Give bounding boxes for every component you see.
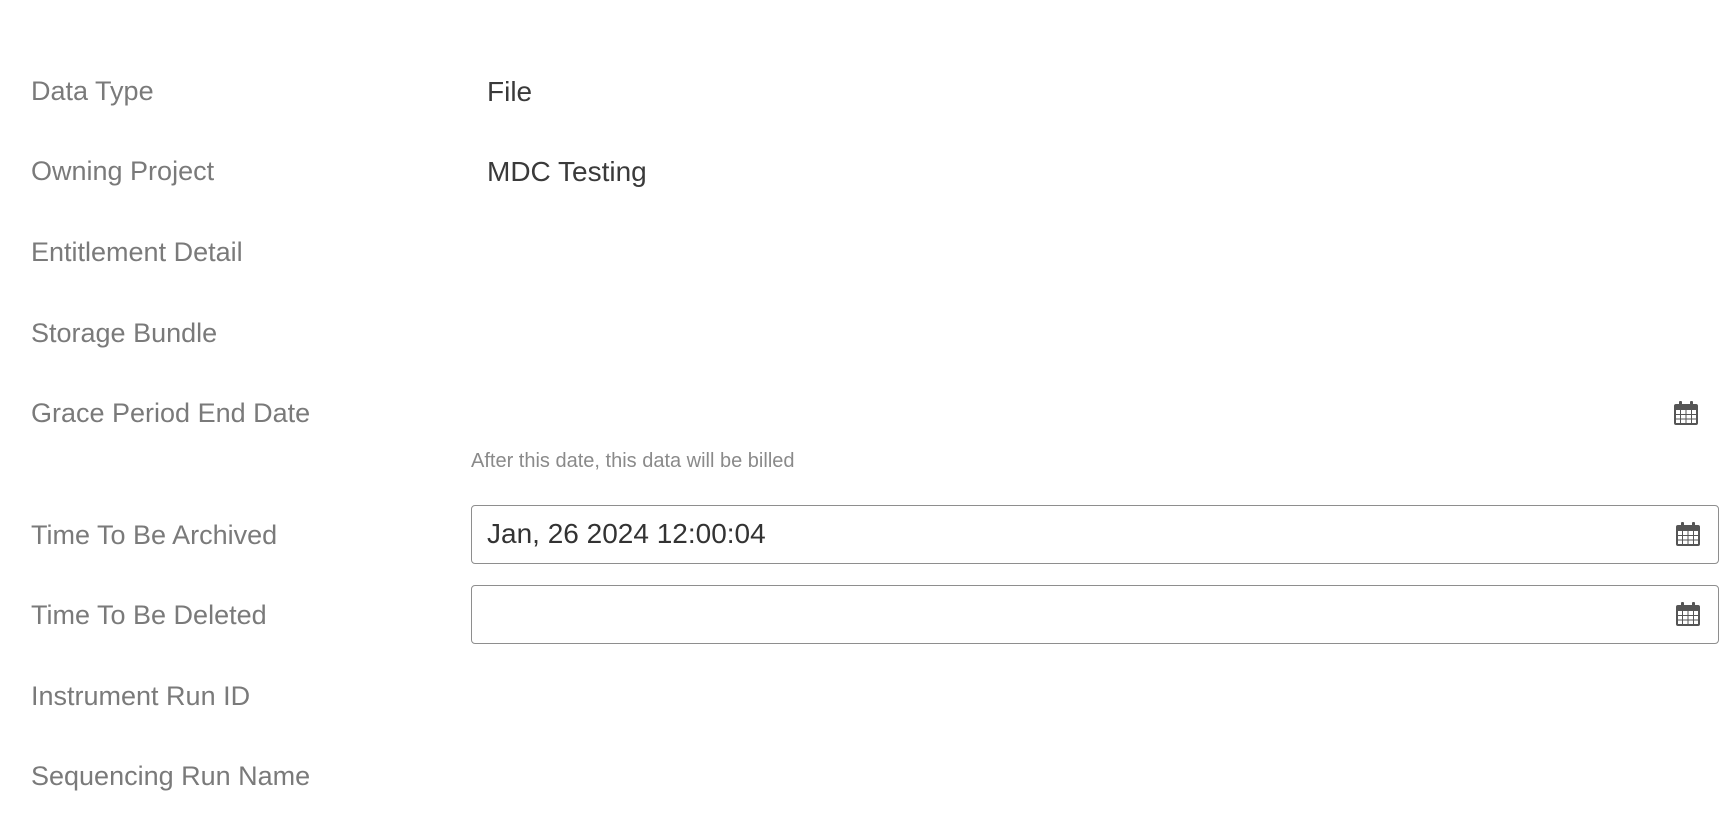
time-to-be-archived-value: Jan, 26 2024 12:00:04 <box>487 518 766 549</box>
time-to-be-archived-label: Time To Be Archived <box>31 520 278 550</box>
data-type-label: Data Type <box>31 76 154 106</box>
grace-period-end-date-label: Grace Period End Date <box>31 398 311 428</box>
sequencing-run-name-label: Sequencing Run Name <box>31 761 311 791</box>
data-type-value: File <box>487 76 533 107</box>
time-to-be-archived-input[interactable]: Jan, 26 2024 12:00:04 <box>471 505 1719 564</box>
calendar-icon <box>1674 401 1698 425</box>
entitlement-detail-label: Entitlement Detail <box>31 237 243 267</box>
grace-period-help-text: After this date, this data will be bille… <box>471 450 795 472</box>
time-to-be-deleted-label: Time To Be Deleted <box>31 600 267 630</box>
owning-project-label: Owning Project <box>31 156 215 186</box>
storage-bundle-label: Storage Bundle <box>31 318 218 348</box>
time-to-be-deleted-calendar-icon[interactable] <box>1675 601 1701 627</box>
calendar-icon <box>1676 602 1700 626</box>
details-form: Data Type File Owning Project MDC Testin… <box>0 0 1734 836</box>
calendar-icon <box>1676 522 1700 546</box>
grace-period-calendar-icon[interactable] <box>1673 400 1699 426</box>
time-to-be-deleted-input[interactable] <box>471 585 1719 644</box>
owning-project-value: MDC Testing <box>487 156 647 187</box>
time-to-be-archived-calendar-icon[interactable] <box>1675 521 1701 547</box>
instrument-run-id-label: Instrument Run ID <box>31 681 251 711</box>
